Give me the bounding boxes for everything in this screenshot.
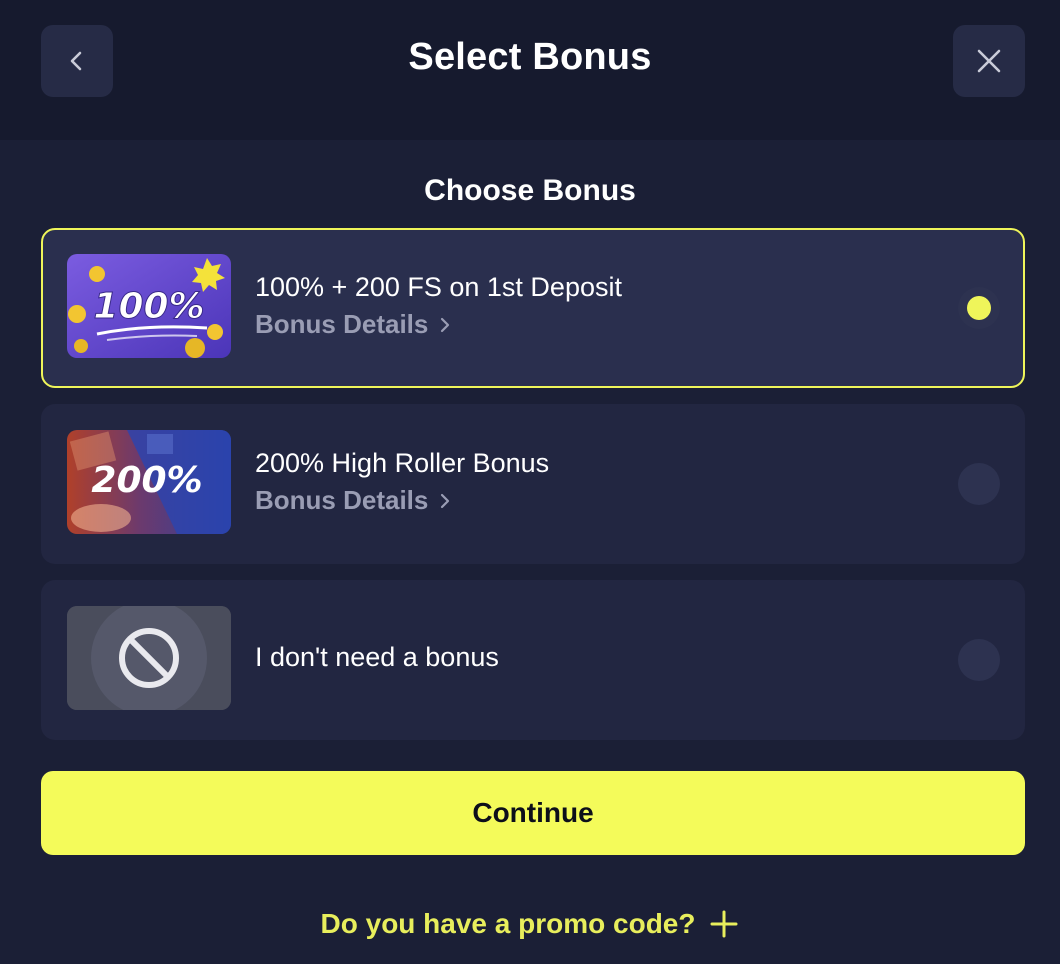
bonus-radio[interactable]: [958, 463, 1000, 505]
radio-dot-icon: [967, 296, 991, 320]
bonus-details-link[interactable]: Bonus Details: [255, 485, 452, 516]
bonus-badge-text: 200%: [91, 460, 202, 501]
bonus-title: 200% High Roller Bonus: [255, 448, 550, 478]
bonus-details-link[interactable]: Bonus Details: [255, 309, 452, 340]
bonus-badge-text: 100%: [93, 286, 204, 327]
page-title: Select Bonus: [408, 36, 652, 78]
bonus-option-first-deposit[interactable]: 100% 100% + 200 FS on 1st Deposit Bonus …: [41, 228, 1025, 388]
bonus-option-high-roller[interactable]: 200% 200% High Roller Bonus Bonus Detail…: [41, 404, 1025, 564]
section-title: Choose Bonus: [424, 174, 636, 207]
chevron-right-icon: [441, 317, 450, 332]
header: Select Bonus: [0, 0, 1060, 140]
bonus-title: 100% + 200 FS on 1st Deposit: [255, 272, 622, 302]
no-bonus-thumbnail: [67, 606, 231, 710]
bonus-thumbnail: 200%: [67, 430, 231, 534]
bonus-radio-selected[interactable]: [958, 287, 1000, 329]
continue-button[interactable]: Continue: [41, 771, 1025, 855]
bonus-thumbnail: 100%: [67, 254, 231, 358]
chevron-right-icon: [441, 493, 450, 508]
bonus-details-label: Bonus Details: [255, 485, 429, 515]
promo-code-label: Do you have a promo code?: [320, 908, 696, 939]
bonus-title: I don't need a bonus: [255, 642, 499, 672]
close-button[interactable]: [953, 25, 1025, 97]
plus-icon: [710, 910, 738, 938]
bonus-option-none[interactable]: I don't need a bonus: [41, 580, 1025, 740]
promo-code-toggle[interactable]: Do you have a promo code?: [0, 908, 1060, 940]
close-icon: [977, 49, 1001, 73]
bonus-radio[interactable]: [958, 639, 1000, 681]
bonus-details-label: Bonus Details: [255, 309, 429, 339]
